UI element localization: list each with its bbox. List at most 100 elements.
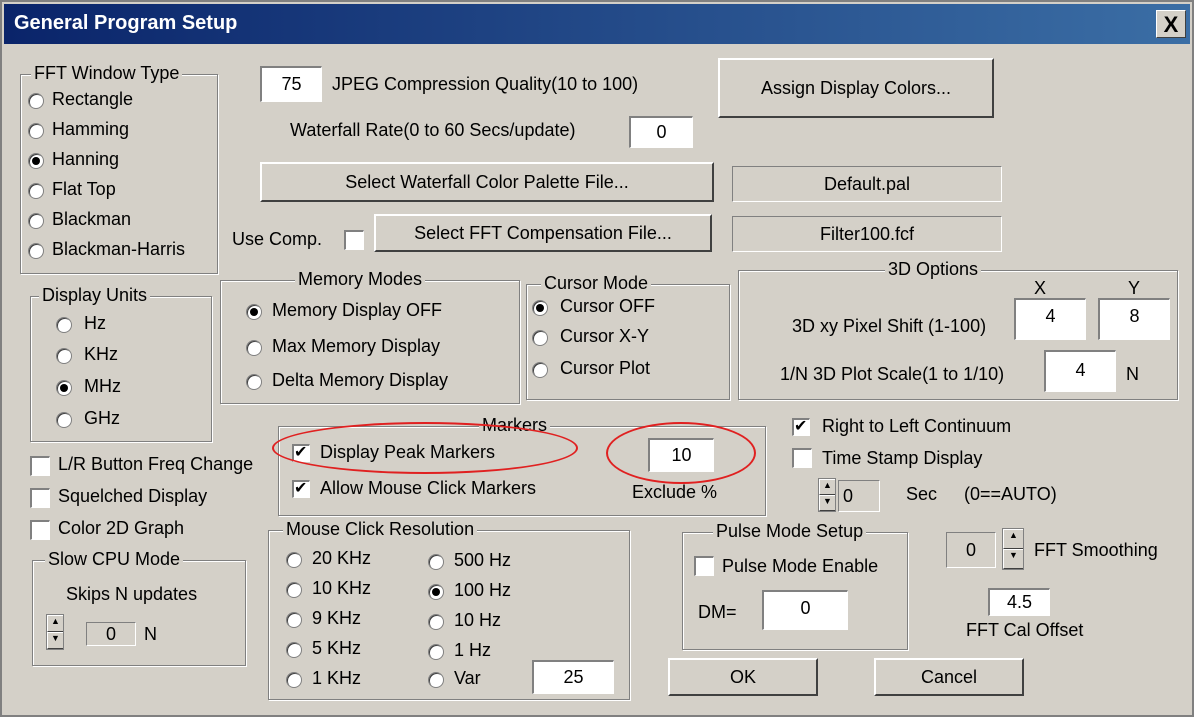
fft-smoothing-spinner[interactable]: ▲ ▼: [1002, 528, 1024, 570]
select-palette-button[interactable]: Select Waterfall Color Palette File...: [260, 162, 714, 202]
title-bar[interactable]: General Program Setup X: [4, 4, 1190, 44]
3d-x-header: X: [1034, 278, 1047, 298]
assign-display-colors-button[interactable]: Assign Display Colors...: [718, 58, 994, 118]
radio-1khz[interactable]: [286, 672, 302, 688]
spin-up-icon[interactable]: ▲: [1003, 529, 1023, 549]
radio-cursor-plot[interactable]: [532, 362, 548, 378]
radio-cursor-xy[interactable]: [532, 330, 548, 346]
fft-smoothing-label: FFT Smoothing: [1034, 540, 1158, 560]
waterfall-rate-input[interactable]: 0: [629, 116, 693, 148]
label-rectangle: Rectangle: [52, 89, 134, 109]
jpeg-quality-input[interactable]: 75: [260, 66, 322, 102]
radio-ghz[interactable]: [56, 412, 72, 428]
3d-y-header: Y: [1128, 278, 1141, 298]
squelched-display-label: Squelched Display: [58, 486, 208, 506]
squelched-display-checkbox[interactable]: [30, 488, 50, 508]
radio-20khz[interactable]: [286, 552, 302, 568]
radio-blackman[interactable]: [28, 213, 44, 229]
var-resolution-input[interactable]: 25: [532, 660, 614, 694]
sec-label: Sec: [906, 484, 938, 504]
color-2d-graph-label: Color 2D Graph: [58, 518, 185, 538]
fft-cal-offset-label: FFT Cal Offset: [966, 620, 1084, 640]
mouse-resolution-title: Mouse Click Resolution: [283, 519, 478, 539]
radio-rectangle[interactable]: [28, 93, 44, 109]
mouse-click-markers-checkbox[interactable]: [292, 478, 310, 498]
lr-button-freq-checkbox[interactable]: [30, 456, 50, 476]
label-1hz: 1 Hz: [454, 640, 492, 660]
skips-updates-field[interactable]: 0: [86, 622, 136, 646]
radio-mhz[interactable]: [56, 380, 72, 396]
cursor-mode-title: Cursor Mode: [541, 273, 652, 293]
label-1khz: 1 KHz: [312, 668, 362, 688]
time-stamp-seconds-field[interactable]: 0: [838, 480, 880, 512]
dm-input[interactable]: 0: [762, 590, 848, 630]
compensation-file-field: Filter100.fcf: [732, 216, 1002, 252]
pulse-mode-title: Pulse Mode Setup: [713, 521, 867, 541]
use-comp-label: Use Comp.: [232, 229, 323, 249]
label-khz: KHz: [84, 344, 119, 364]
radio-500hz[interactable]: [428, 554, 444, 570]
label-hamming: Hamming: [52, 119, 130, 139]
radio-flat-top[interactable]: [28, 183, 44, 199]
mouse-click-markers-label: Allow Mouse Click Markers: [320, 478, 537, 498]
window-title: General Program Setup: [14, 12, 238, 34]
time-stamp-label: Time Stamp Display: [822, 448, 983, 468]
radio-hamming[interactable]: [28, 123, 44, 139]
pixel-shift-x-input[interactable]: 4: [1014, 298, 1086, 340]
label-hz: Hz: [84, 313, 106, 333]
jpeg-quality-label: JPEG Compression Quality(10 to 100): [332, 74, 639, 94]
radio-1hz[interactable]: [428, 644, 444, 660]
palette-file-field: Default.pal: [732, 166, 1002, 202]
radio-blackman-harris[interactable]: [28, 243, 44, 259]
radio-hanning[interactable]: [28, 153, 44, 169]
pixel-shift-label: 3D xy Pixel Shift (1-100): [792, 316, 987, 336]
label-var: Var: [454, 668, 481, 688]
fft-window-type-title: FFT Window Type: [31, 63, 183, 83]
radio-cursor-off[interactable]: [532, 300, 548, 316]
radio-hz[interactable]: [56, 317, 72, 333]
spin-up-icon[interactable]: ▲: [819, 479, 835, 495]
radio-9khz[interactable]: [286, 612, 302, 628]
radio-10hz[interactable]: [428, 614, 444, 630]
spin-up-icon[interactable]: ▲: [47, 615, 63, 632]
radio-5khz[interactable]: [286, 642, 302, 658]
display-units-title: Display Units: [39, 285, 151, 305]
slow-cpu-spinner[interactable]: ▲ ▼: [46, 614, 64, 650]
time-stamp-spinner[interactable]: ▲ ▼: [818, 478, 836, 512]
pulse-mode-enable-label: Pulse Mode Enable: [722, 556, 879, 576]
fft-smoothing-field[interactable]: 0: [946, 532, 996, 568]
radio-khz[interactable]: [56, 348, 72, 364]
waterfall-rate-label: Waterfall Rate(0 to 60 Secs/update): [290, 120, 576, 140]
pulse-mode-enable-checkbox[interactable]: [694, 556, 714, 576]
radio-10khz[interactable]: [286, 582, 302, 598]
label-blackman: Blackman: [52, 209, 132, 229]
radio-var[interactable]: [428, 672, 444, 688]
pixel-shift-y-input[interactable]: 8: [1098, 298, 1170, 340]
spin-down-icon[interactable]: ▼: [819, 495, 835, 511]
plot-scale-unit: N: [1126, 364, 1139, 384]
radio-max-memory[interactable]: [246, 340, 262, 356]
ok-button[interactable]: OK: [668, 658, 818, 696]
spin-down-icon[interactable]: ▼: [47, 632, 63, 649]
close-button[interactable]: X: [1156, 10, 1186, 38]
label-blackman-harris: Blackman-Harris: [52, 239, 186, 259]
plot-scale-input[interactable]: 4: [1044, 350, 1116, 392]
label-max-memory: Max Memory Display: [272, 336, 441, 356]
select-compensation-button[interactable]: Select FFT Compensation File...: [374, 214, 712, 252]
radio-delta-memory[interactable]: [246, 374, 262, 390]
right-to-left-checkbox[interactable]: [792, 416, 810, 436]
label-cursor-plot: Cursor Plot: [560, 358, 651, 378]
radio-100hz[interactable]: [428, 584, 444, 600]
use-comp-checkbox[interactable]: [344, 230, 364, 250]
label-100hz: 100 Hz: [454, 580, 512, 600]
time-stamp-checkbox[interactable]: [792, 448, 812, 468]
radio-memory-off[interactable]: [246, 304, 262, 320]
label-5khz: 5 KHz: [312, 638, 362, 658]
fft-cal-offset-input[interactable]: 4.5: [988, 588, 1050, 616]
plot-scale-label: 1/N 3D Plot Scale(1 to 1/10): [780, 364, 1005, 384]
label-ghz: GHz: [84, 408, 120, 428]
cancel-button[interactable]: Cancel: [874, 658, 1024, 696]
spin-down-icon[interactable]: ▼: [1003, 549, 1023, 569]
color-2d-graph-checkbox[interactable]: [30, 520, 50, 540]
skips-updates-label: Skips N updates: [66, 584, 198, 604]
